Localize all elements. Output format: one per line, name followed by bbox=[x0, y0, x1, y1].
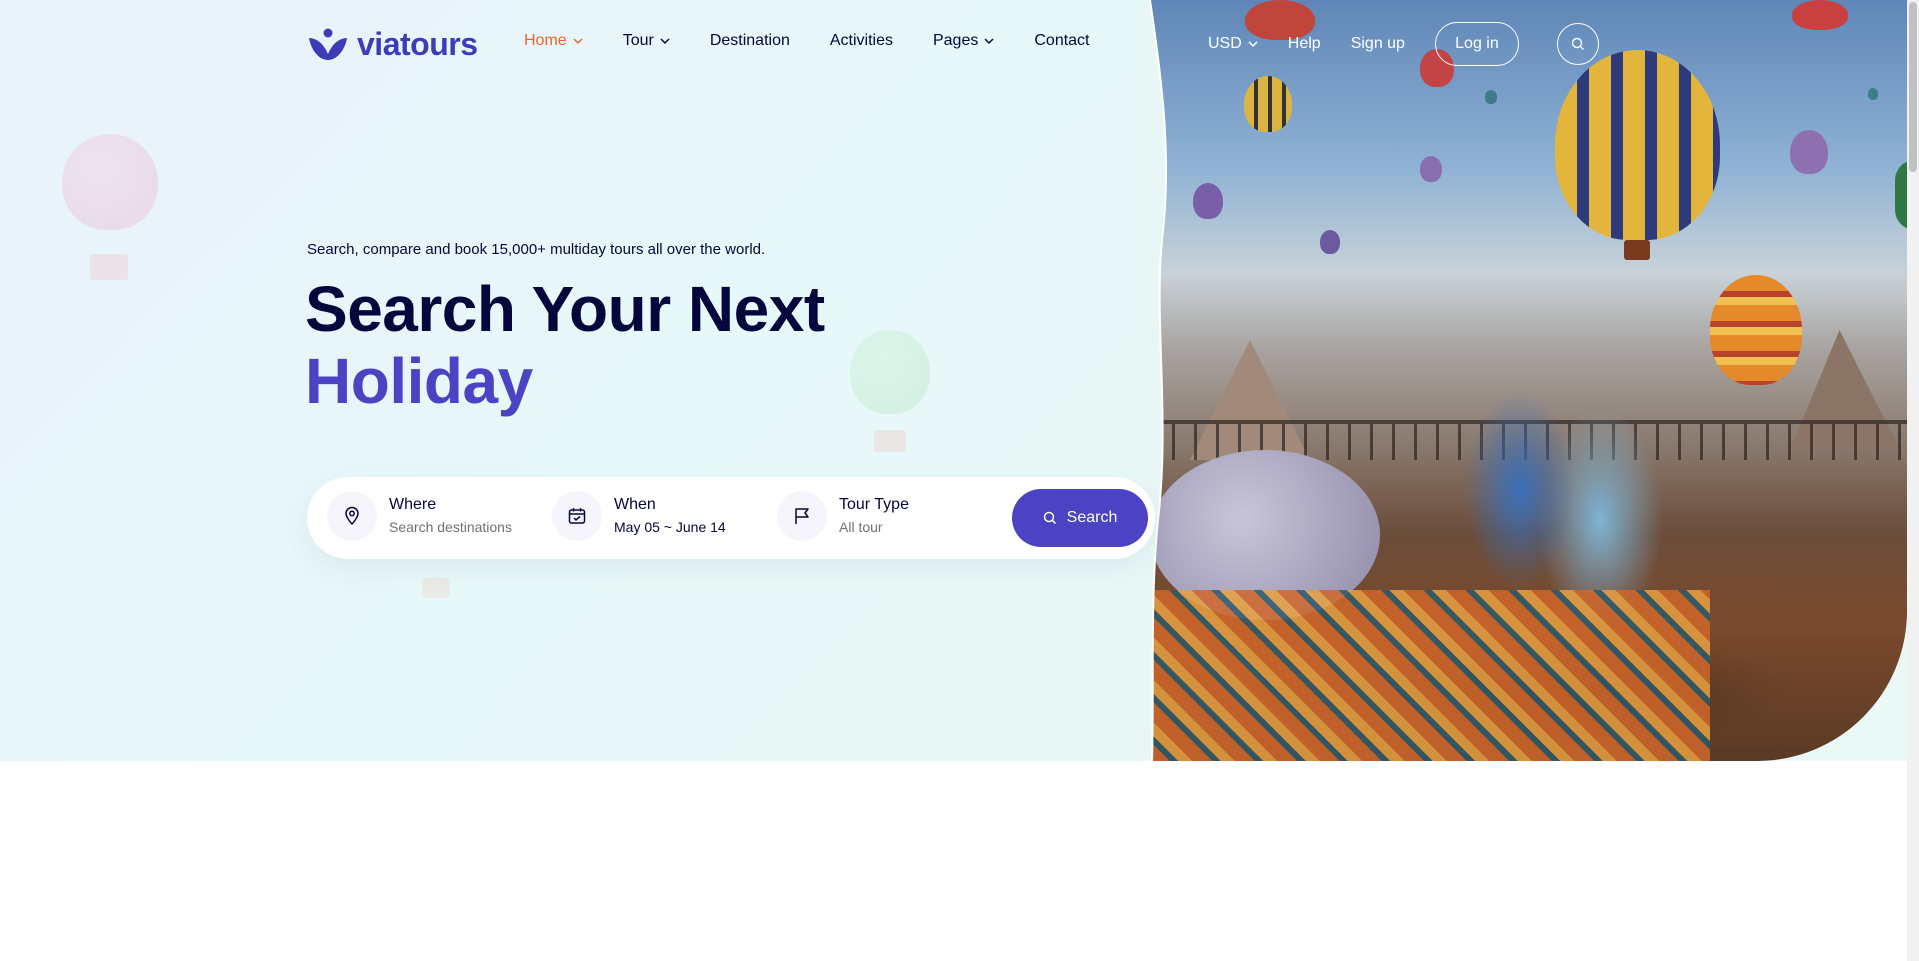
nav-item-activities[interactable]: Activities bbox=[830, 32, 893, 50]
nav-item-home[interactable]: Home bbox=[524, 32, 583, 50]
nav-item-label: Home bbox=[524, 32, 567, 49]
nav-item-tour[interactable]: Tour bbox=[623, 32, 670, 50]
chevron-down-icon bbox=[660, 38, 670, 45]
help-link[interactable]: Help bbox=[1288, 35, 1321, 53]
currency-label: USD bbox=[1208, 35, 1242, 52]
nav-item-label: Pages bbox=[932, 32, 979, 49]
where-label: Where bbox=[389, 496, 437, 513]
chevron-down-icon bbox=[1248, 41, 1258, 48]
currency-selector[interactable]: USD bbox=[1208, 35, 1258, 53]
nav-item-label: Tour bbox=[622, 32, 654, 49]
logo-icon bbox=[309, 28, 347, 60]
hero-title-line2: Holiday bbox=[305, 345, 533, 417]
tour-type-field[interactable]: Tour Type All tour bbox=[777, 491, 909, 541]
nav-item-pages[interactable]: Pages bbox=[933, 32, 994, 50]
tour-type-label: Tour Type bbox=[839, 496, 909, 513]
search-button-label: Search bbox=[1066, 509, 1118, 526]
nav-item-contact[interactable]: Contact bbox=[1034, 32, 1089, 50]
when-field[interactable]: When May 05 ~ June 14 bbox=[552, 491, 726, 541]
nav-item-destination[interactable]: Destination bbox=[710, 32, 790, 50]
hero-title-line1: Search Your Next bbox=[305, 273, 825, 345]
login-button[interactable]: Log in bbox=[1434, 22, 1519, 66]
hero-section bbox=[0, 0, 1907, 761]
nav-item-label: Destination bbox=[709, 32, 790, 49]
header-search-button[interactable] bbox=[1556, 23, 1599, 65]
image-wave-edge bbox=[1140, 0, 1168, 761]
when-label: When bbox=[614, 496, 656, 513]
when-value: May 05 ~ June 14 bbox=[614, 519, 726, 535]
tour-type-value: All tour bbox=[839, 519, 883, 535]
where-field[interactable]: Where Search destinations bbox=[327, 491, 512, 541]
site-header: viatours Home Tour Destination Activitie… bbox=[0, 0, 1907, 88]
main-nav: Home Tour Destination Activities Pages C… bbox=[524, 32, 1130, 50]
chevron-down-icon bbox=[573, 38, 583, 45]
nav-item-label: Contact bbox=[1034, 32, 1090, 49]
background-balloon-basket bbox=[422, 578, 450, 598]
search-icon bbox=[1043, 511, 1056, 525]
hero-image bbox=[1150, 0, 1907, 761]
background-balloon-decoration bbox=[62, 134, 158, 230]
background-balloon-basket bbox=[874, 430, 906, 452]
search-icon bbox=[1571, 37, 1584, 50]
where-placeholder: Search destinations bbox=[389, 519, 512, 535]
scrollbar-thumb[interactable] bbox=[1909, 2, 1917, 172]
flag-icon bbox=[777, 491, 827, 541]
calendar-icon bbox=[552, 491, 602, 541]
background-balloon-decoration bbox=[850, 330, 930, 414]
tour-search-form: Where Search destinations When May 05 ~ … bbox=[307, 477, 1155, 559]
search-button[interactable]: Search bbox=[1012, 489, 1148, 547]
page-scrollbar[interactable] bbox=[1907, 0, 1919, 961]
location-pin-icon bbox=[327, 491, 377, 541]
background-balloon-basket bbox=[90, 254, 128, 280]
signup-link[interactable]: Sign up bbox=[1351, 35, 1405, 53]
hero-subtitle: Search, compare and book 15,000+ multida… bbox=[307, 241, 766, 258]
nav-item-label: Activities bbox=[829, 32, 893, 49]
chevron-down-icon bbox=[984, 38, 994, 45]
header-actions: USD Help Sign up Log in bbox=[1208, 22, 1599, 66]
logo[interactable]: viatours bbox=[307, 26, 478, 63]
logo-text: viatours bbox=[357, 26, 478, 62]
